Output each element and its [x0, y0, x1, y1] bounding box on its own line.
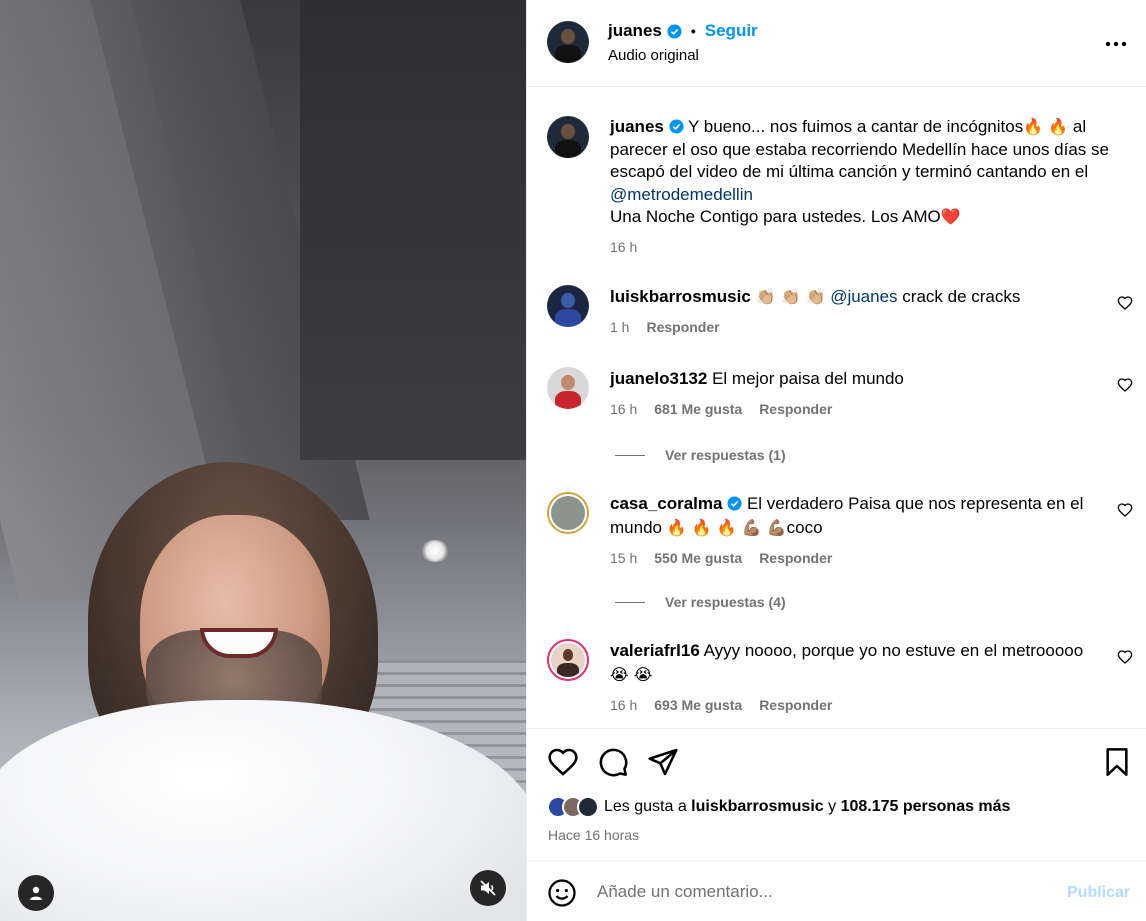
comment-likes[interactable]: 681 Me gusta — [654, 401, 742, 417]
like-comment-icon[interactable] — [1117, 502, 1133, 518]
post-panel: juanes • Seguir Audio original juanes Y … — [526, 0, 1146, 921]
verified-badge-icon — [669, 119, 684, 134]
fire-emoji: 🔥 🔥 — [1023, 117, 1069, 136]
follow-button[interactable]: Seguir — [705, 21, 758, 41]
likes-prefix: Les gusta a — [604, 798, 692, 815]
post-caption: juanes Y bueno... nos fuimos a cantar de… — [610, 116, 1125, 229]
comment-username[interactable]: casa_coralma — [610, 494, 722, 513]
comment-icon[interactable] — [597, 746, 629, 778]
comment-text: valeriafrl16 Ayyy noooo, porque yo no es… — [610, 639, 1095, 687]
likes-text: Les gusta a luiskbarrosmusic y 108.175 p… — [604, 798, 1010, 816]
comment-body: El mejor paisa del mundo — [712, 369, 904, 388]
background-ceiling — [300, 0, 526, 460]
caption-text: Y bueno... nos fuimos a cantar de incógn… — [688, 117, 1024, 136]
post-timestamp[interactable]: Hace 16 horas — [548, 827, 639, 843]
comment-time[interactable]: 16 h — [610, 401, 637, 417]
post-actions: Les gusta a luiskbarrosmusic y 108.175 p… — [527, 728, 1146, 860]
view-replies-label[interactable]: Ver respuestas (1) — [665, 447, 786, 463]
audio-label[interactable]: Audio original — [608, 47, 699, 64]
ceiling-light — [420, 540, 450, 562]
like-comment-icon[interactable] — [1117, 295, 1133, 311]
reply-button[interactable]: Responder — [646, 319, 719, 335]
crying-emoji: 😭 😭 — [610, 665, 653, 684]
fire-muscle-emoji: 🔥 🔥 🔥 💪🏽 💪🏽 — [666, 518, 787, 537]
avatar[interactable] — [547, 285, 589, 327]
comment-actions: 16 h 693 Me gusta Responder — [610, 697, 832, 713]
user-icon — [30, 886, 42, 900]
replies-line — [615, 601, 645, 603]
reply-button[interactable]: Responder — [759, 401, 832, 417]
heart-emoji: ❤️ — [940, 207, 961, 226]
comment-mention-link[interactable]: @juanes — [830, 287, 897, 306]
tagged-users-button[interactable] — [18, 875, 54, 911]
speaker-muted-icon — [480, 880, 496, 896]
caption-timestamp[interactable]: 16 h — [610, 239, 637, 255]
avatar[interactable] — [547, 367, 589, 409]
avatar[interactable] — [547, 21, 589, 63]
more-horizontal-icon — [1105, 41, 1127, 47]
comment-text: casa_coralma El verdadero Paisa que nos … — [610, 492, 1095, 540]
comment-body-end: coco — [786, 518, 823, 537]
heart-icon[interactable] — [547, 746, 579, 778]
save-icon[interactable] — [1101, 746, 1133, 778]
post-header: juanes • Seguir Audio original — [527, 0, 1146, 87]
comment-actions: 15 h 550 Me gusta Responder — [610, 550, 832, 566]
comment-likes[interactable]: 550 Me gusta — [654, 550, 742, 566]
likes-user-link[interactable]: luiskbarrosmusic — [691, 798, 824, 815]
comment-text: luiskbarrosmusic 👏🏼 👏🏼 👏🏼 @juanes crack … — [610, 285, 1095, 309]
comment-text: juanelo3132 El mejor paisa del mundo — [610, 367, 1095, 391]
caption-mention-link[interactable]: @metrodemedellin — [610, 185, 753, 204]
avatar[interactable] — [547, 492, 589, 534]
comment-body: Ayyy noooo, porque yo no estuve en el me… — [703, 641, 1084, 660]
author-row: juanes • Seguir — [608, 21, 758, 41]
separator: • — [690, 23, 696, 39]
more-options-button[interactable] — [1105, 30, 1127, 53]
comment-time[interactable]: 15 h — [610, 550, 637, 566]
view-replies-button[interactable]: Ver respuestas (1) — [615, 447, 786, 463]
likes-summary: Les gusta a luiskbarrosmusic y 108.175 p… — [547, 796, 1010, 818]
comment-username[interactable]: valeriafrl16 — [610, 641, 700, 660]
publish-button[interactable]: Publicar — [1067, 884, 1130, 902]
replies-line — [615, 454, 645, 456]
comment-body: crack de cracks — [902, 287, 1021, 306]
post-video[interactable] — [0, 0, 526, 921]
avatar[interactable] — [547, 639, 589, 681]
add-comment-bar: Publicar — [527, 860, 1146, 921]
comments-feed[interactable]: juanes Y bueno... nos fuimos a cantar de… — [527, 88, 1146, 728]
comment-username[interactable]: luiskbarrosmusic — [610, 287, 751, 306]
comment-time[interactable]: 1 h — [610, 319, 629, 335]
avatar[interactable] — [577, 796, 599, 818]
comment-actions: 1 h Responder — [610, 319, 720, 335]
comment-actions: 16 h 681 Me gusta Responder — [610, 401, 832, 417]
mute-toggle-button[interactable] — [470, 870, 506, 906]
likes-middle: y — [823, 798, 841, 815]
caption-username[interactable]: juanes — [610, 117, 664, 136]
comment-input[interactable] — [597, 879, 1037, 905]
reply-button[interactable]: Responder — [759, 550, 832, 566]
verified-badge-icon — [667, 23, 682, 39]
avatar[interactable] — [547, 116, 589, 158]
like-comment-icon[interactable] — [1117, 377, 1133, 393]
clap-emoji: 👏🏼 👏🏼 👏🏼 — [755, 287, 826, 306]
reply-button[interactable]: Responder — [759, 697, 832, 713]
caption-text: Una Noche Contigo para ustedes. Los AMO — [610, 207, 941, 226]
like-comment-icon[interactable] — [1117, 649, 1133, 665]
comment-likes[interactable]: 693 Me gusta — [654, 697, 742, 713]
likes-count-link[interactable]: 108.175 personas más — [841, 798, 1011, 815]
view-replies-label[interactable]: Ver respuestas (4) — [665, 594, 786, 610]
verified-badge-icon — [727, 496, 742, 511]
smile-icon[interactable] — [547, 878, 577, 908]
comment-username[interactable]: juanelo3132 — [610, 369, 707, 388]
comment-time[interactable]: 16 h — [610, 697, 637, 713]
view-replies-button[interactable]: Ver respuestas (4) — [615, 594, 786, 610]
author-username[interactable]: juanes — [608, 21, 662, 41]
share-icon[interactable] — [647, 746, 679, 778]
